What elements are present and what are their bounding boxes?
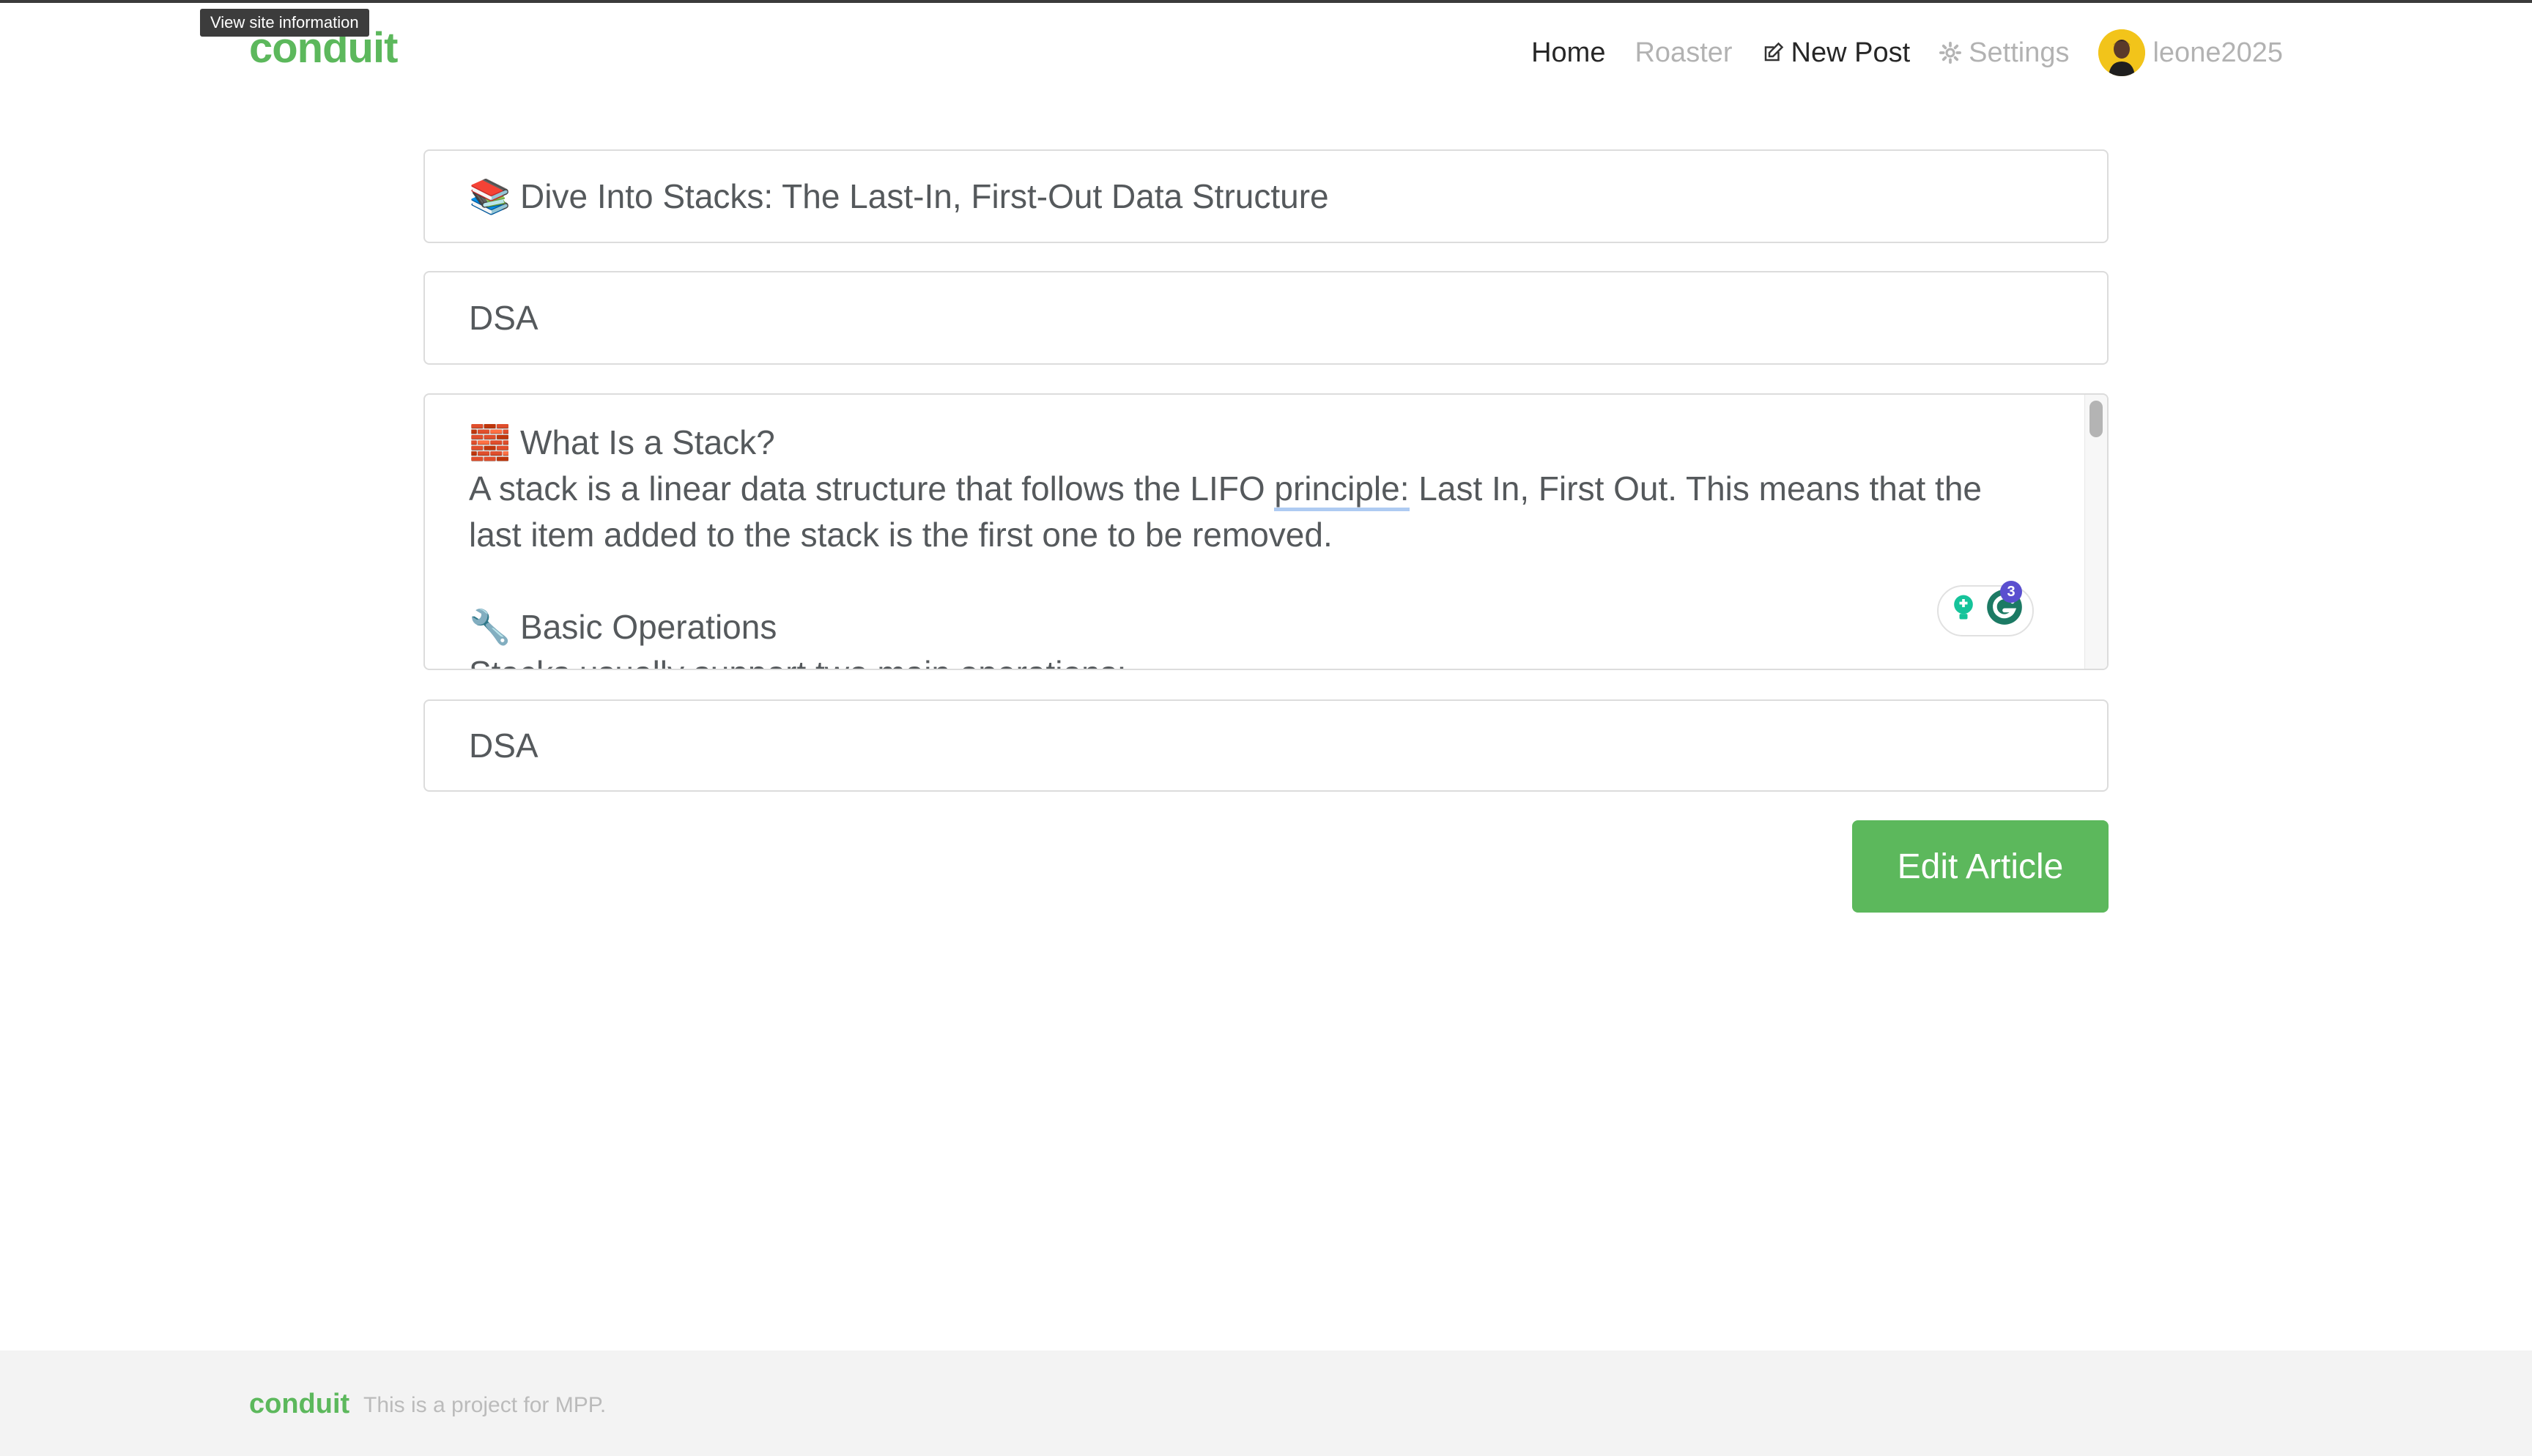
body-paragraph: A stack is a linear data structure that … [469, 469, 1982, 554]
article-tags-value: DSA [469, 727, 538, 765]
body-line-subheading: 🔧 Basic Operations [469, 608, 777, 646]
avatar [2098, 29, 2146, 76]
grammarly-suggestion-count: 3 [2000, 581, 2022, 603]
article-body-content: 🧱 What Is a Stack? A stack is a linear d… [469, 420, 2007, 669]
nav-home[interactable]: Home [1531, 37, 1605, 69]
nav-settings-label: Settings [1969, 37, 2070, 68]
nav-links: Home Roaster New Post Settings leone2025 [1531, 29, 2283, 76]
nav-username: leone2025 [2152, 37, 2283, 68]
article-about-value: DSA [469, 299, 538, 337]
nav-settings[interactable]: Settings [1939, 37, 2069, 69]
article-about-input[interactable]: DSA [423, 271, 2109, 365]
nav-new-post[interactable]: New Post [1762, 37, 1911, 69]
article-body-textarea[interactable]: 🧱 What Is a Stack? A stack is a linear d… [423, 393, 2109, 670]
body-line-clipped: Stacks usually support two main operatio… [469, 650, 2007, 669]
navbar: conduit View site information Home Roast… [0, 0, 2532, 103]
footer-attribution: This is a project for MPP. [363, 1393, 607, 1417]
nav-profile[interactable]: leone2025 [2098, 29, 2283, 76]
nav-home-label: Home [1531, 37, 1606, 68]
compose-icon [1762, 42, 1784, 64]
lightbulb-icon[interactable] [1947, 591, 1980, 631]
nav-new-post-label: New Post [1791, 37, 1911, 68]
gear-icon [1939, 42, 1962, 64]
article-title-input[interactable]: 📚 Dive Into Stacks: The Last-In, First-O… [423, 149, 2109, 243]
nav-roaster[interactable]: Roaster [1635, 37, 1732, 69]
footer: conduit This is a project for MPP. [0, 1351, 2532, 1456]
site-info-tooltip: View site information [200, 9, 369, 37]
body-blank-line [469, 558, 2007, 604]
textarea-scrollbar[interactable] [2084, 395, 2107, 669]
edit-article-button[interactable]: Edit Article [1852, 820, 2109, 913]
article-tags-input[interactable]: DSA [423, 699, 2109, 792]
article-title-value: 📚 Dive Into Stacks: The Last-In, First-O… [469, 177, 1329, 215]
scrollbar-thumb[interactable] [2089, 401, 2103, 437]
grammarly-widget[interactable]: 3 [1937, 581, 2034, 636]
body-line-heading: 🧱 What Is a Stack? [469, 423, 775, 461]
resize-grip-icon[interactable] [2089, 651, 2106, 667]
grammar-suggestion-underline[interactable]: principle: [1274, 469, 1410, 511]
nav-roaster-label: Roaster [1635, 37, 1733, 68]
footer-brand[interactable]: conduit [249, 1389, 349, 1420]
